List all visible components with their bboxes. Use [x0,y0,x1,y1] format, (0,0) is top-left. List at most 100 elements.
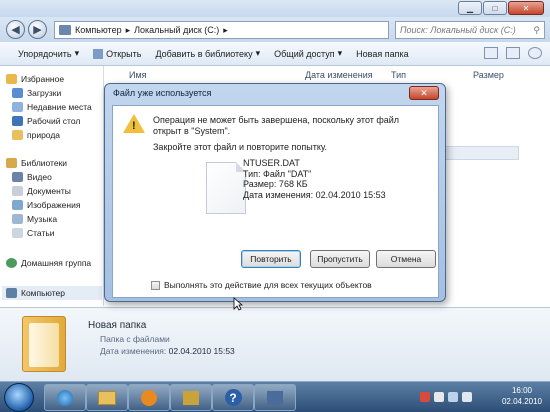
new-folder-button[interactable]: Новая папка [356,49,408,59]
maximize-button[interactable]: □ [483,1,507,15]
details-modified-value: 02.04.2010 15:53 [168,346,235,356]
column-header-name[interactable]: Имя [129,70,147,80]
start-orb-icon[interactable] [4,383,34,412]
sidebar-item-documents[interactable]: Документы [12,186,71,196]
sidebar-item-homegroup[interactable]: Домашняя группа [6,258,91,268]
sidebar-label: Статьи [27,228,55,238]
network-icon[interactable] [448,392,458,402]
window-titlebar: ▁ □ ✕ [0,0,550,17]
system-tray [420,392,472,402]
preview-pane-icon[interactable] [506,47,520,59]
sidebar-item-video[interactable]: Видео [12,172,52,182]
sidebar-item-priroda[interactable]: природа [12,130,60,140]
dialog-message: Операция не может быть завершена, поскол… [153,115,400,136]
taskbar-app[interactable] [254,384,296,411]
minimize-button[interactable]: ▁ [458,1,482,15]
window-controls: ▁ □ ✕ [458,1,544,15]
apply-to-all-label: Выполнять это действие для всех текущих … [164,280,372,290]
dialog-close-button[interactable]: ✕ [409,86,439,100]
add-to-library-menu[interactable]: Добавить в библиотеку ▾ [155,48,260,59]
search-placeholder: Поиск: Локальный диск (C:) [400,25,516,35]
help-icon: ? [224,389,242,406]
security-icon[interactable] [420,392,430,402]
column-header-date[interactable]: Дата изменения [305,70,373,80]
sidebar-item-recent[interactable]: Недавние места [12,102,92,112]
breadcrumb-computer[interactable]: Компьютер [75,25,122,35]
column-header-size[interactable]: Размер [473,70,504,80]
sidebar-label: Компьютер [21,288,65,298]
taskbar-media-player[interactable] [128,384,170,411]
details-pane: Новая папка Папка с файлами Дата изменен… [0,307,550,381]
file-type: Тип: Файл "DAT" [243,168,312,179]
sidebar-item-computer[interactable]: Компьютер [2,286,102,300]
computer-icon [6,288,17,298]
sidebar-label: Библиотеки [21,158,68,168]
documents-icon [12,186,23,196]
sidebar-item-favorites[interactable]: Избранное [6,74,64,84]
file-info: NTUSER.DAT Тип: Файл "DAT" Размер: 768 К… [243,158,386,200]
taskbar-explorer[interactable] [86,384,128,411]
address-bar[interactable]: Компьютер ▸ Локальный диск (C:) ▸ [54,21,389,39]
details-modified-label: Дата изменения: [100,346,167,356]
music-icon [12,214,23,224]
taskbar-keys-app[interactable] [170,384,212,411]
selected-row[interactable] [445,146,519,160]
back-button[interactable]: ◀ [6,20,25,39]
address-row: ◀ ▶ Компьютер ▸ Локальный диск (C:) ▸ По… [0,17,550,42]
taskbar-help[interactable]: ? [212,384,254,411]
organize-label: Упорядочить [18,48,72,59]
sidebar-item-articles[interactable]: Статьи [12,228,55,238]
pictures-icon [12,200,23,210]
video-icon [12,172,23,182]
view-options-icon[interactable] [484,47,498,59]
navigation-pane: Избранное Загрузки Недавние места Рабочи… [0,66,104,306]
organize-menu[interactable]: Упорядочить ▾ [18,48,79,59]
sidebar-item-desktop[interactable]: Рабочий стол [12,116,80,126]
sidebar-item-music[interactable]: Музыка [12,214,57,224]
clock[interactable]: 16:00 02.04.2010 [502,385,542,407]
sidebar-item-pictures[interactable]: Изображения [12,200,80,210]
apply-to-all-checkbox[interactable] [151,280,160,290]
app-icon [267,390,283,405]
homegroup-icon [6,258,17,268]
desktop-icon [12,116,23,126]
computer-icon [59,25,71,35]
forward-button[interactable]: ▶ [28,20,47,39]
sidebar-item-downloads[interactable]: Загрузки [12,88,61,98]
folder-icon [22,316,66,372]
action-center-icon[interactable] [434,392,444,402]
retry-button[interactable]: Повторить [241,250,301,268]
close-button[interactable]: ✕ [508,1,544,15]
skip-button[interactable]: Пропустить [310,250,370,268]
cancel-button[interactable]: Отмена [376,250,436,268]
share-menu[interactable]: Общий доступ ▾ [274,48,342,59]
volume-icon[interactable] [462,392,472,402]
recent-places-icon [12,102,23,112]
sidebar-label: Избранное [21,74,65,84]
close-icon: ✕ [420,87,428,98]
star-icon [6,74,17,84]
internet-explorer-icon [57,389,73,406]
help-icon[interactable] [528,47,542,59]
taskbar-internet-explorer[interactable] [44,384,86,411]
file-icon [206,162,246,214]
warning-icon: ! [123,114,145,133]
open-button[interactable]: Открыть [93,48,142,59]
sidebar-item-libraries[interactable]: Библиотеки [6,158,67,168]
search-input[interactable]: Поиск: Локальный диск (C:) ⚲ [395,21,545,39]
open-label: Открыть [106,48,142,59]
file-size: Размер: 768 КБ [243,179,308,189]
sidebar-label: Загрузки [27,88,62,98]
folder-icon [12,130,23,140]
library-icon [6,158,17,168]
open-icon [93,48,104,59]
media-player-icon [141,389,157,406]
keys-icon [183,390,199,405]
articles-icon [12,228,23,238]
column-header-type[interactable]: Тип [391,70,406,80]
sidebar-label: природа [27,130,61,140]
forward-arrow-icon: ▶ [33,24,42,36]
apply-to-all-row[interactable]: Выполнять это действие для всех текущих … [151,280,372,290]
sidebar-label: Домашняя группа [21,258,92,268]
breadcrumb-drive[interactable]: Локальный диск (C:) [134,25,219,35]
